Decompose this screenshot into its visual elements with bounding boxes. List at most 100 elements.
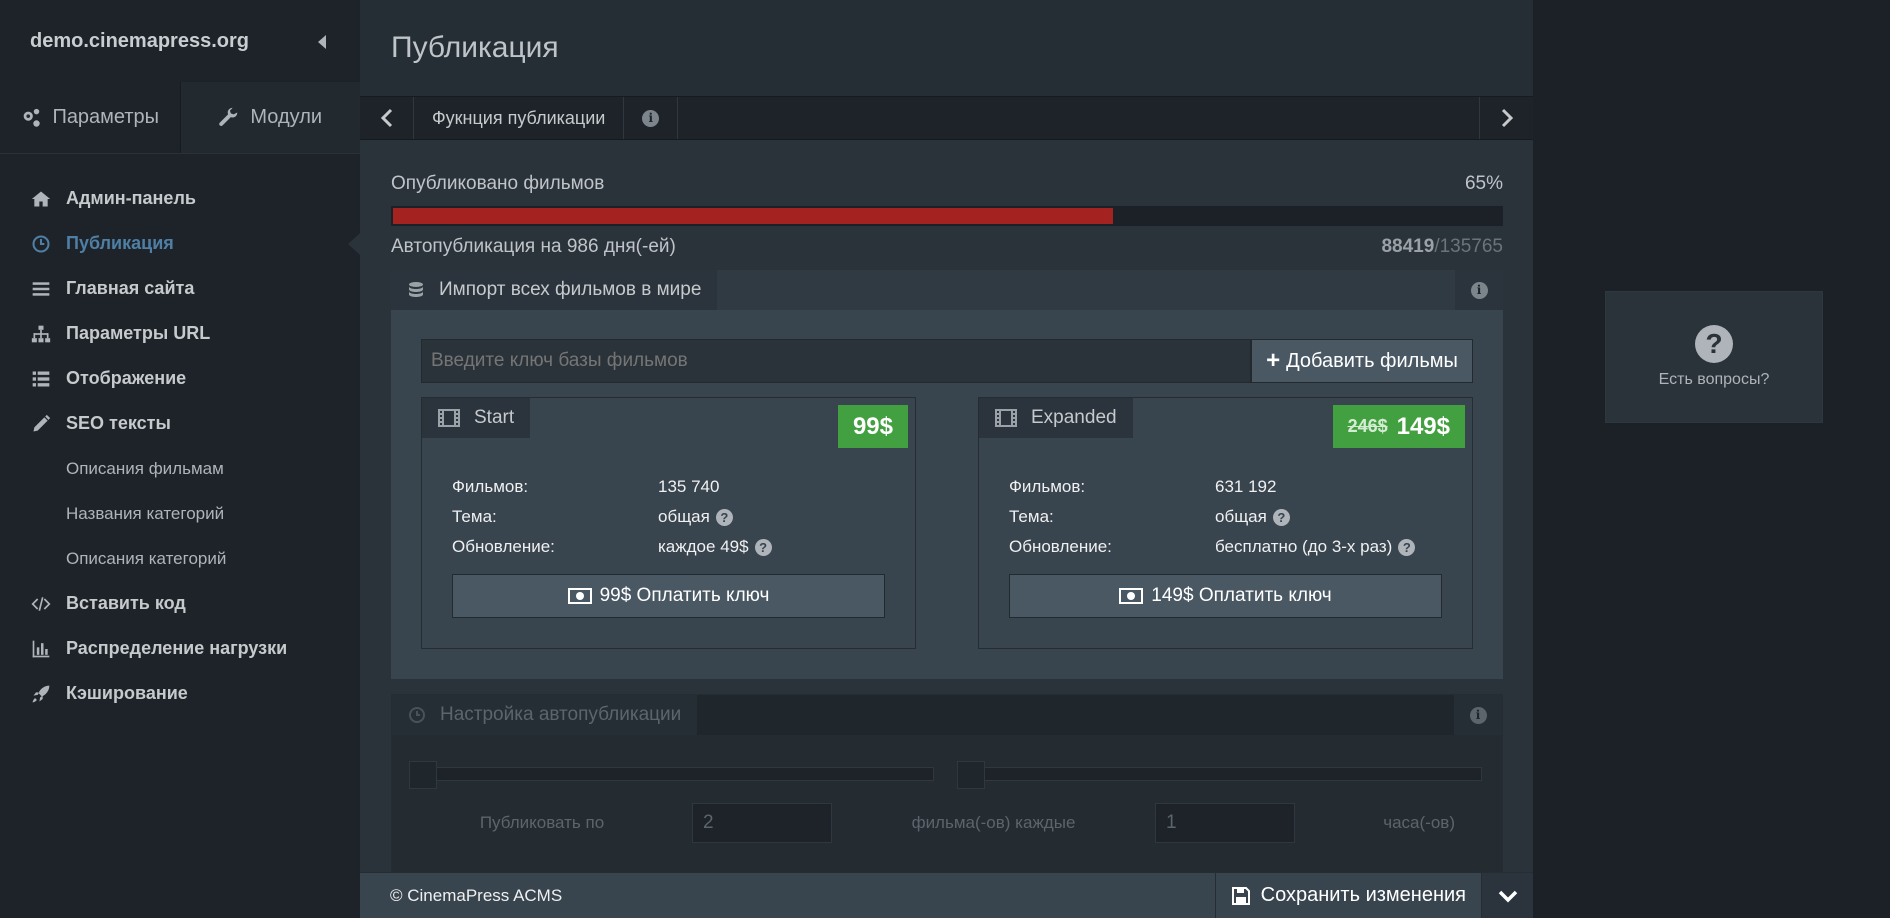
sidebar-item-load-balancing[interactable]: Распределение нагрузки	[0, 626, 360, 671]
progress-fill	[393, 208, 1114, 224]
price-badge: 99$	[837, 405, 908, 448]
autopublication-info-button[interactable]: i	[1454, 695, 1502, 735]
spec-value: общая	[658, 507, 710, 526]
next-button[interactable]	[1479, 97, 1533, 139]
slider-handle[interactable]	[409, 761, 437, 789]
spec-label: Обновление:	[452, 537, 555, 556]
question-icon[interactable]: ?	[1398, 538, 1416, 556]
sidebar-item-homepage[interactable]: Главная сайта	[0, 266, 360, 311]
question-icon[interactable]: ?	[754, 538, 772, 556]
tab-modules[interactable]: Модули	[179, 82, 360, 153]
plus-icon: +	[1266, 347, 1281, 374]
progress-percent: 65%	[1464, 173, 1503, 194]
sidebar-item-display[interactable]: Отображение	[0, 356, 360, 401]
add-films-button[interactable]: + Добавить фильмы	[1251, 339, 1473, 383]
save-changes-button[interactable]: Сохранить изменения	[1214, 872, 1481, 918]
slider-handle[interactable]	[957, 761, 985, 789]
publish-by-label: Публиковать по	[479, 813, 605, 832]
sidebar-item-label: Отображение	[66, 368, 187, 388]
database-key-input[interactable]	[421, 339, 1251, 383]
progress-label: Опубликовано фильмов	[391, 173, 605, 194]
clock-icon	[409, 707, 425, 723]
chevron-right-icon	[1501, 108, 1513, 128]
film-count-input[interactable]: 2	[692, 803, 832, 843]
sidebar-subitem-film-descriptions[interactable]: Описания фильмам	[0, 446, 360, 491]
hours-slider[interactable]	[957, 761, 1482, 789]
sidebar-subitem-category-descriptions[interactable]: Описания категорий	[0, 536, 360, 581]
spec-value: каждое 49$	[658, 537, 749, 556]
rocket-icon	[32, 685, 50, 702]
help-text: Есть вопросы?	[1658, 371, 1770, 388]
tab-parameters-label: Параметры	[52, 106, 160, 128]
brand: demo.cinemapress.org	[0, 0, 360, 82]
footer: © CinemaPress ACMS Сохранить изменения	[360, 872, 1533, 918]
breadcrumb-info-button[interactable]: i	[624, 97, 679, 139]
progress-bar	[391, 206, 1503, 226]
plan-name: Expanded	[1031, 407, 1117, 428]
price-value: 149$	[1396, 412, 1450, 440]
spec-label: Обновление:	[1009, 537, 1112, 556]
sidebar-item-label: Кэширование	[66, 683, 188, 703]
published-number: 88419	[1381, 236, 1435, 257]
spec-value: 135 740	[658, 477, 720, 496]
save-options-button[interactable]	[1481, 872, 1533, 918]
autopublication-panel: Настройка автопубликации i Публиковать п…	[391, 694, 1503, 894]
spec-label: Тема:	[1009, 507, 1054, 526]
pay-start-button[interactable]: 99$ Оплатить ключ	[452, 574, 885, 618]
breadcrumb: Фукнция публикации i	[360, 96, 1533, 140]
sidebar-item-publication[interactable]: Публикация	[0, 221, 360, 266]
bar-chart-icon	[32, 640, 50, 657]
hours-input[interactable]: 1	[1155, 803, 1295, 843]
price-badge: 246$ 149$	[1332, 405, 1465, 448]
pay-expanded-label: 149$ Оплатить ключ	[1151, 585, 1332, 606]
question-icon[interactable]: ?	[715, 508, 733, 526]
sidebar-menu: Админ-панель Публикация Главная сайта Па…	[0, 154, 360, 716]
sidebar-item-label: Публикация	[66, 233, 174, 253]
pay-expanded-button[interactable]: 149$ Оплатить ключ	[1009, 574, 1442, 618]
collapse-sidebar-icon[interactable]	[318, 35, 326, 49]
chevron-left-icon	[380, 108, 392, 128]
spec-value: общая	[1215, 507, 1267, 526]
add-films-label: Добавить фильмы	[1286, 349, 1458, 372]
sidebar-item-admin[interactable]: Админ-панель	[0, 176, 360, 221]
count-slider[interactable]	[409, 761, 934, 789]
gears-icon	[24, 108, 41, 127]
home-icon	[31, 191, 51, 206]
film-icon	[438, 409, 460, 427]
sidebar-item-url-params[interactable]: Параметры URL	[0, 311, 360, 356]
autopublication-text: Автопубликация на 986 дня(-ей)	[391, 236, 676, 257]
pencil-icon	[33, 414, 51, 431]
sidebar-item-label: Параметры URL	[66, 323, 211, 343]
code-icon	[31, 596, 51, 611]
spec-label: Фильмов:	[1009, 477, 1086, 496]
sidebar-item-label: Распределение нагрузки	[66, 638, 288, 658]
help-widget[interactable]: ? Есть вопросы?	[1605, 291, 1823, 423]
sidebar-item-label: Главная сайта	[66, 278, 195, 298]
spec-label: Тема:	[452, 507, 497, 526]
sidebar-item-label: Админ-панель	[66, 188, 196, 208]
published-count: 88419/135765	[1381, 236, 1503, 258]
bars-icon	[32, 281, 50, 296]
hours-label: часа(-ов)	[1383, 813, 1455, 832]
list-icon	[32, 371, 50, 386]
sidebar-subitem-category-names[interactable]: Названия категорий	[0, 491, 360, 536]
brand-title[interactable]: demo.cinemapress.org	[30, 30, 249, 53]
previous-button[interactable]	[360, 97, 414, 139]
film-icon	[995, 409, 1017, 427]
sitemap-icon	[31, 325, 51, 342]
sidebar-item-insert-code[interactable]: Вставить код	[0, 581, 360, 626]
sidebar-item-caching[interactable]: Кэширование	[0, 671, 360, 716]
money-icon	[567, 588, 592, 604]
floppy-disk-icon	[1231, 886, 1250, 905]
old-price: 246$	[1347, 416, 1388, 436]
spec-value: бесплатно (до 3-х раз)	[1215, 537, 1393, 556]
sidebar-item-seo[interactable]: SEO тексты	[0, 401, 360, 446]
main-content: Публикация Фукнция публикации i Опублико…	[360, 0, 1533, 918]
question-icon[interactable]: ?	[1272, 508, 1290, 526]
page-title: Публикация	[360, 0, 1533, 96]
info-icon: i	[642, 109, 660, 127]
tab-parameters[interactable]: Параметры	[0, 82, 180, 153]
pay-start-label: 99$ Оплатить ключ	[599, 585, 770, 606]
import-info-button[interactable]: i	[1455, 270, 1503, 310]
info-icon: i	[1470, 281, 1488, 299]
